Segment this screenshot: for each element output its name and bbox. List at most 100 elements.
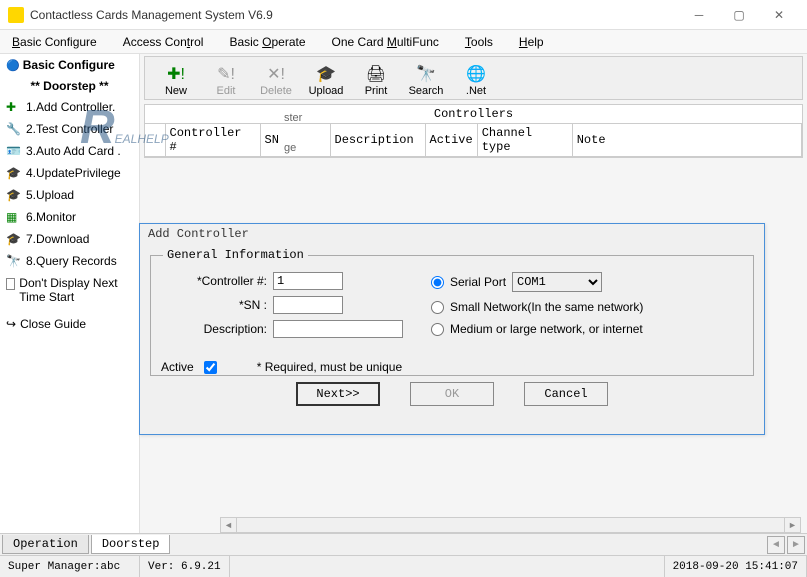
bottom-tab-bar: Operation Doorstep ◄ ► <box>0 533 807 555</box>
status-datetime: 2018-09-20 15:41:07 <box>665 556 807 577</box>
print-icon: 🖨 <box>366 64 386 84</box>
toolbar-print[interactable]: 🖨Print <box>351 64 401 97</box>
col-description[interactable]: Description <box>330 124 425 157</box>
controller-no-label: *Controller #: <box>163 274 273 288</box>
sidebar-item-update-privilege[interactable]: 🎓4.UpdatePrivilege <box>0 162 139 184</box>
scroll-left-icon[interactable]: ◄ <box>221 518 237 532</box>
remnant-text: ster <box>284 112 302 124</box>
serial-port-label: Serial Port <box>450 275 506 289</box>
toolbar-edit[interactable]: ✎!Edit <box>201 64 251 97</box>
menu-access-control[interactable]: Access Control <box>119 33 208 51</box>
sidebar-item-download[interactable]: 🎓7.Download <box>0 228 139 250</box>
serial-port-radio[interactable] <box>431 276 444 289</box>
active-label: Active <box>161 360 194 374</box>
window-title: Contactless Cards Management System V6.9 <box>30 8 679 22</box>
sidebar-header: 🔵 Basic Configure <box>0 54 139 76</box>
serial-port-select[interactable]: COM1 <box>512 272 602 292</box>
required-note: * Required, must be unique <box>257 360 402 374</box>
guide-sidebar: 🔵 Basic Configure ** Doorstep ** ✚1.Add … <box>0 54 140 555</box>
sidebar-item-test-controller[interactable]: 🔧2.Test Controller <box>0 118 139 140</box>
dont-display-label: Don't Display Next Time Start <box>19 276 133 305</box>
app-icon <box>8 7 24 23</box>
row-selector-col[interactable] <box>145 124 165 157</box>
menu-one-card[interactable]: One Card MultiFunc <box>328 33 443 51</box>
scroll-right-icon[interactable]: ► <box>784 518 800 532</box>
net-icon: 🌐 <box>466 64 486 84</box>
sn-input[interactable] <box>273 296 343 314</box>
binoculars-icon: 🔭 <box>6 254 22 268</box>
status-bar: Super Manager:abc Ver: 6.9.21 2018-09-20… <box>0 555 807 577</box>
download-icon: 🎓 <box>6 232 22 246</box>
close-guide-button[interactable]: ↪ Close Guide <box>0 313 139 335</box>
wrench-icon: 🔧 <box>6 122 22 136</box>
toolbar-search[interactable]: 🔭Search <box>401 64 451 97</box>
tab-doorstep[interactable]: Doorstep <box>91 535 171 554</box>
description-label: Description: <box>163 322 273 336</box>
plus-icon: ✚ <box>6 100 22 114</box>
table-header-row: Controller # SN Description Active Chann… <box>145 124 802 157</box>
dont-display-checkbox-row[interactable]: Don't Display Next Time Start <box>0 272 139 309</box>
maximize-button[interactable]: ▢ <box>719 1 759 29</box>
tab-operation[interactable]: Operation <box>2 535 89 554</box>
controllers-table: Controllers Controller # SN Description … <box>144 104 803 158</box>
arrow-icon: ↪ <box>6 317 16 331</box>
small-network-label: Small Network(In the same network) <box>450 300 643 314</box>
sn-label: *SN : <box>163 298 273 312</box>
description-input[interactable] <box>273 320 403 338</box>
monitor-icon: ▦ <box>6 210 22 224</box>
remnant-text: ge <box>284 142 296 154</box>
small-network-radio[interactable] <box>431 301 444 314</box>
menu-basic-operate[interactable]: Basic Operate <box>225 33 309 51</box>
col-active[interactable]: Active <box>425 124 477 157</box>
toolbar: ✚!New ✎!Edit ✕!Delete 🎓Upload 🖨Print 🔭Se… <box>144 56 803 100</box>
delete-icon: ✕! <box>266 64 286 84</box>
dialog-title: Add Controller <box>140 224 764 244</box>
general-info-group: General Information *Controller #: *SN :… <box>150 248 754 376</box>
sidebar-item-monitor[interactable]: ▦6.Monitor <box>0 206 139 228</box>
sidebar-item-query-records[interactable]: 🔭8.Query Records <box>0 250 139 272</box>
group-legend: General Information <box>163 248 308 262</box>
status-empty <box>230 556 665 577</box>
menu-help[interactable]: Help <box>515 33 548 51</box>
col-channel-type[interactable]: Channel type <box>477 124 572 157</box>
status-user: Super Manager:abc <box>0 556 140 577</box>
col-note[interactable]: Note <box>572 124 801 157</box>
horizontal-scrollbar[interactable]: ◄ ► <box>220 517 801 533</box>
checkbox-icon[interactable] <box>6 278 15 290</box>
card-icon: 🪪 <box>6 144 22 158</box>
sidebar-item-auto-add-card[interactable]: 🪪3.Auto Add Card . <box>0 140 139 162</box>
toolbar-upload[interactable]: 🎓Upload <box>301 64 351 97</box>
medium-network-label: Medium or large network, or internet <box>450 322 643 336</box>
table-caption: Controllers <box>145 105 802 124</box>
title-bar: Contactless Cards Management System V6.9… <box>0 0 807 30</box>
next-button[interactable]: Next>> <box>296 382 380 406</box>
cancel-button[interactable]: Cancel <box>524 382 608 406</box>
privilege-icon: 🎓 <box>6 166 22 180</box>
minimize-button[interactable]: ─ <box>679 1 719 29</box>
toolbar-delete[interactable]: ✕!Delete <box>251 64 301 97</box>
scroll-track[interactable] <box>237 518 784 532</box>
menu-basic-configure[interactable]: Basic Configure <box>8 33 101 51</box>
menu-tools[interactable]: Tools <box>461 33 497 51</box>
upload-icon: 🎓 <box>6 188 22 202</box>
sidebar-item-add-controller[interactable]: ✚1.Add Controller. <box>0 96 139 118</box>
add-controller-dialog: Add Controller General Information *Cont… <box>139 223 765 435</box>
ok-button[interactable]: OK <box>410 382 494 406</box>
new-icon: ✚! <box>166 64 186 84</box>
edit-icon: ✎! <box>216 64 236 84</box>
sidebar-group-title: ** Doorstep ** <box>0 76 139 96</box>
menu-bar: Basic Configure Access Control Basic Ope… <box>0 30 807 54</box>
upload-icon: 🎓 <box>316 64 336 84</box>
controller-no-input[interactable] <box>273 272 343 290</box>
medium-network-radio[interactable] <box>431 323 444 336</box>
tab-scroll-left[interactable]: ◄ <box>767 536 785 554</box>
close-button[interactable]: ✕ <box>759 1 799 29</box>
col-controller-no[interactable]: Controller # <box>165 124 260 157</box>
toolbar-net[interactable]: 🌐.Net <box>451 64 501 97</box>
active-checkbox[interactable] <box>204 361 217 374</box>
tab-scroll-right[interactable]: ► <box>787 536 805 554</box>
search-icon: 🔭 <box>416 64 436 84</box>
sidebar-item-upload[interactable]: 🎓5.Upload <box>0 184 139 206</box>
status-version: Ver: 6.9.21 <box>140 556 230 577</box>
toolbar-new[interactable]: ✚!New <box>151 64 201 97</box>
